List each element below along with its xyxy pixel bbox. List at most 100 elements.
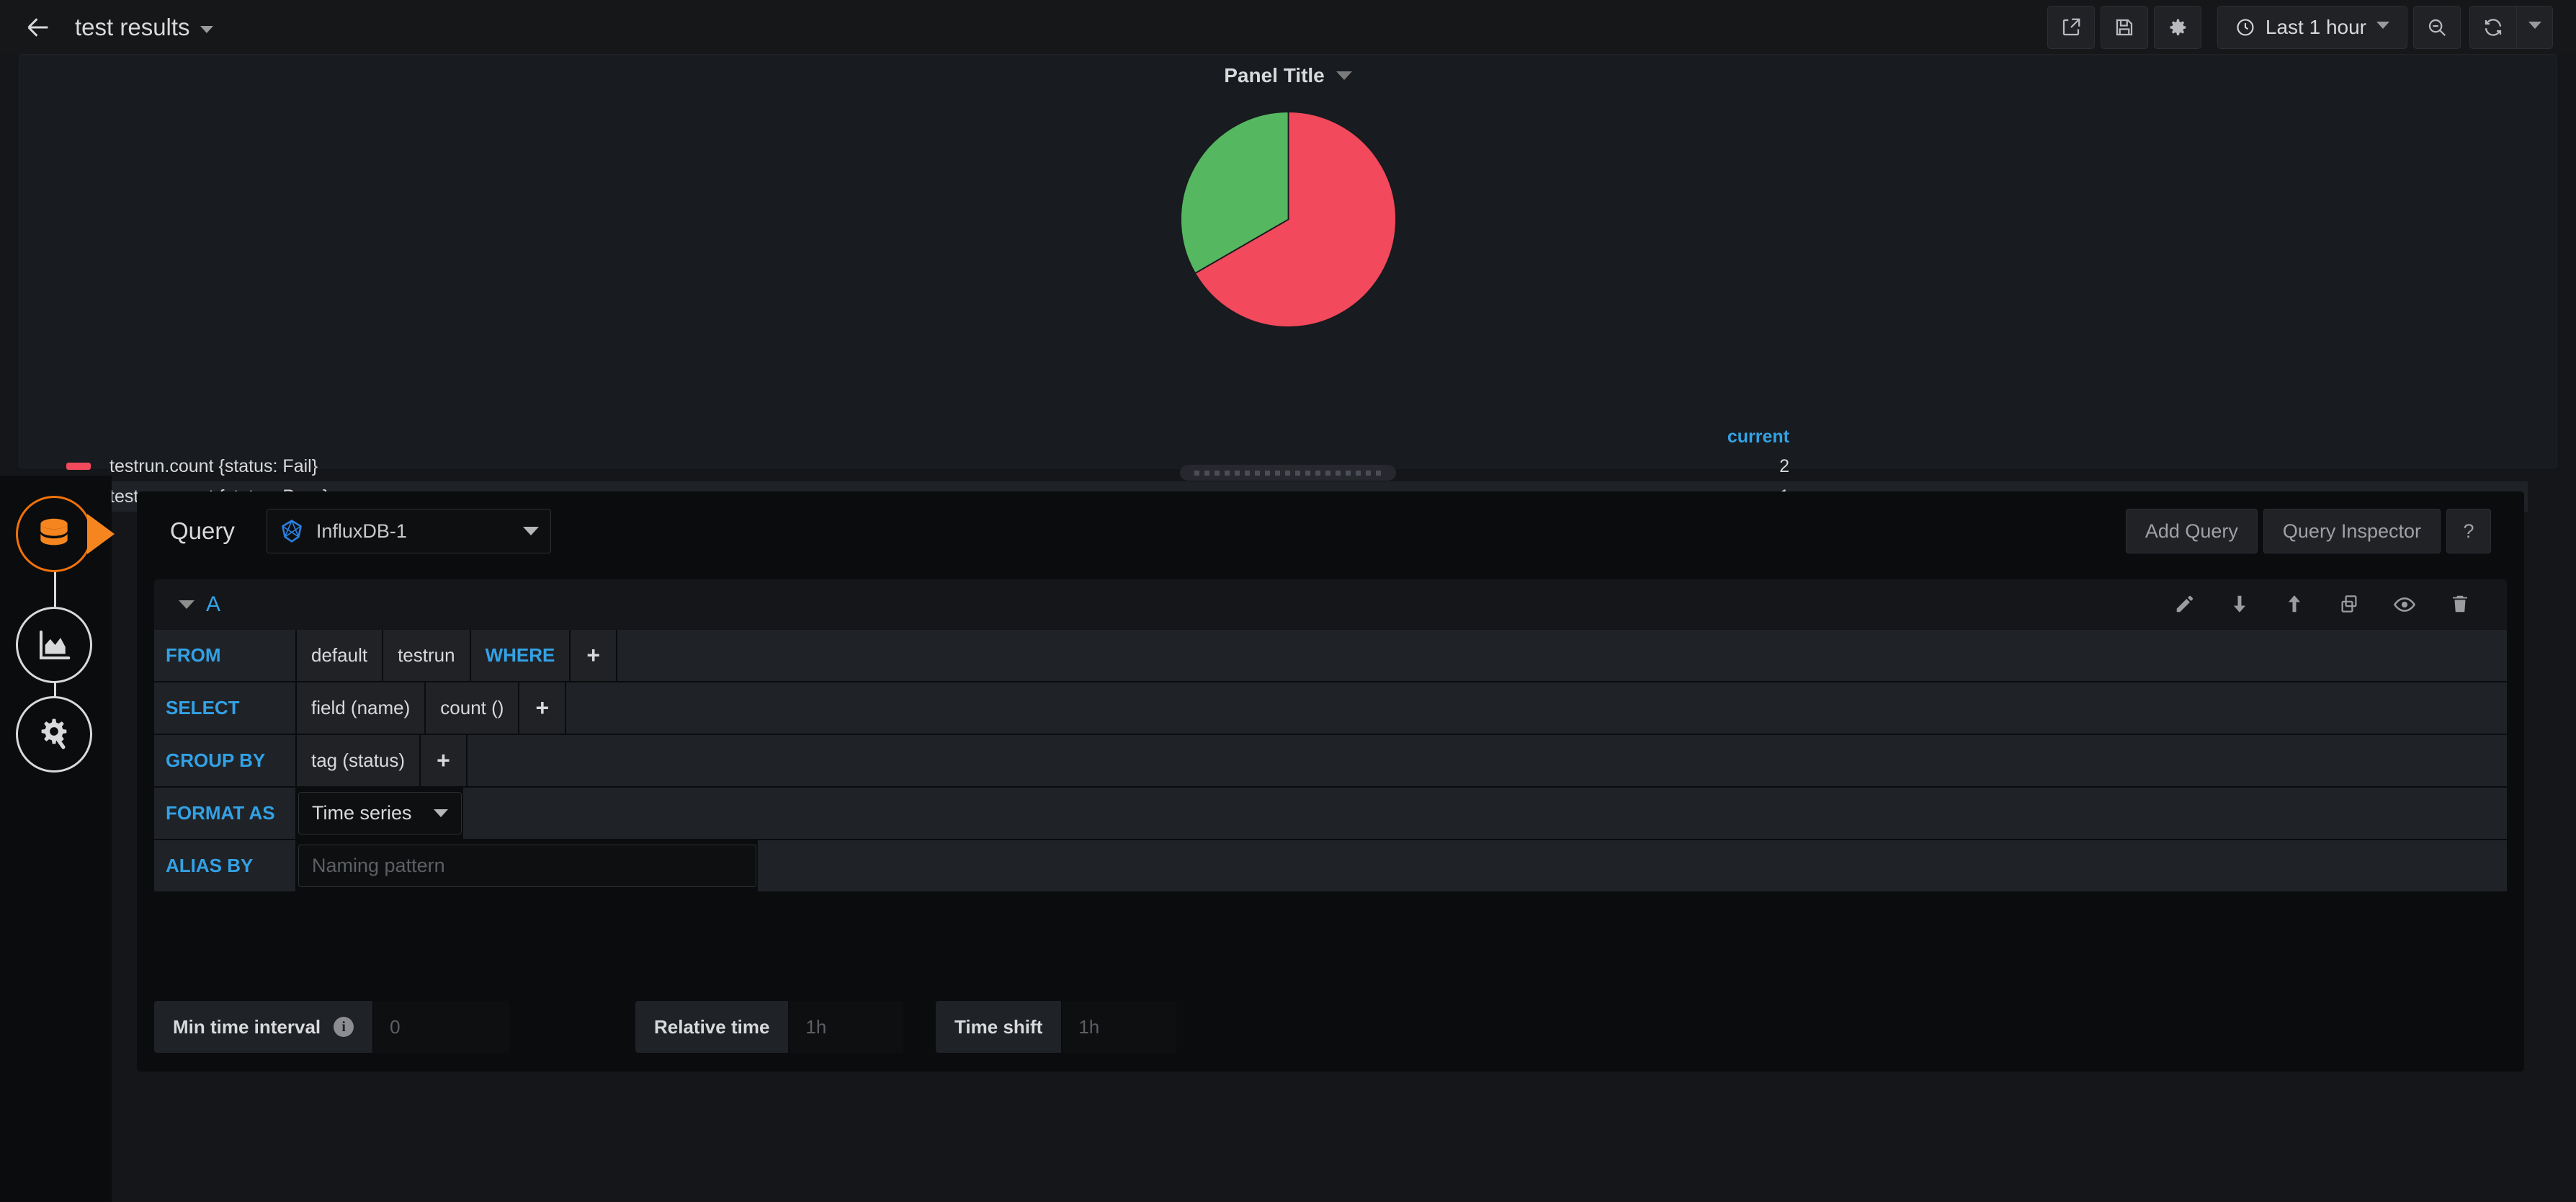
query-editor-actions: Add Query Query Inspector ? bbox=[2125, 509, 2491, 553]
chart-area-icon bbox=[39, 630, 71, 660]
time-range-picker[interactable]: Last 1 hour bbox=[2217, 5, 2407, 49]
add-query-button[interactable]: Add Query bbox=[2125, 509, 2258, 553]
refresh-interval-dropdown[interactable] bbox=[2517, 5, 2553, 49]
from-label: FROM bbox=[154, 630, 295, 681]
sidebar-item-queries[interactable] bbox=[16, 496, 92, 572]
chevron-down-icon bbox=[200, 25, 213, 33]
copy-icon bbox=[2341, 595, 2357, 613]
top-navbar: test results Last 1 hour bbox=[0, 0, 2576, 54]
edit-sidebar bbox=[0, 476, 112, 1202]
refresh-group bbox=[2469, 5, 2553, 49]
relative-time-group: Relative time 1h bbox=[635, 1001, 904, 1053]
from-measurement-segment[interactable]: testrun bbox=[382, 630, 470, 681]
chevron-down-icon bbox=[522, 527, 539, 535]
legend-color-swatch[interactable] bbox=[66, 463, 91, 470]
remove-query-button[interactable] bbox=[2449, 593, 2471, 616]
gear-wrench-icon bbox=[41, 718, 67, 749]
panel-title-menu[interactable]: Panel Title bbox=[19, 55, 2557, 97]
query-row-actions bbox=[2174, 593, 2482, 616]
add-where-button[interactable]: + bbox=[569, 630, 617, 681]
move-query-down-button[interactable] bbox=[2229, 593, 2250, 616]
add-group-by-button[interactable]: + bbox=[419, 735, 466, 786]
chevron-down-icon bbox=[434, 809, 448, 817]
select-function-segment[interactable]: count () bbox=[424, 682, 519, 734]
chevron-down-icon bbox=[2376, 21, 2389, 29]
query-line-from: FROM default testrun WHERE + bbox=[154, 630, 2507, 682]
share-button[interactable] bbox=[2047, 5, 2095, 49]
from-row-filler bbox=[616, 630, 2507, 681]
where-segment[interactable]: WHERE bbox=[469, 630, 570, 681]
select-row-filler bbox=[565, 682, 2507, 734]
format-as-value: Time series bbox=[312, 802, 412, 824]
eye-icon bbox=[2393, 597, 2416, 612]
select-field-segment[interactable]: field (name) bbox=[295, 682, 425, 734]
query-help-button[interactable]: ? bbox=[2446, 509, 2491, 553]
pie-chart-svg bbox=[1179, 110, 1397, 328]
legend-column-header: current bbox=[1727, 426, 1789, 447]
legend-series-label: testrun.count {status: Fail} bbox=[109, 455, 318, 476]
dashboard-title: test results bbox=[75, 13, 190, 40]
min-time-interval-input[interactable]: 0 bbox=[372, 1001, 510, 1053]
group-by-row-filler bbox=[465, 735, 2507, 786]
query-line-alias-by: ALIAS BY Naming pattern bbox=[154, 840, 2507, 893]
grip-dots-icon bbox=[1194, 470, 1382, 476]
chevron-down-icon bbox=[2528, 21, 2541, 29]
toggle-query-visibility-button[interactable] bbox=[2393, 593, 2416, 616]
move-query-up-button[interactable] bbox=[2284, 593, 2305, 616]
query-editor-header: Query InfluxDB-1 Add Query Query Inspect… bbox=[137, 491, 2524, 571]
select-label: SELECT bbox=[154, 682, 295, 734]
dashboard-title-dropdown[interactable]: test results bbox=[75, 14, 213, 41]
query-line-select: SELECT field (name) count () + bbox=[154, 682, 2507, 735]
alias-by-input[interactable]: Naming pattern bbox=[298, 845, 756, 887]
clock-icon bbox=[2237, 18, 2254, 36]
duplicate-query-button[interactable] bbox=[2338, 593, 2360, 616]
query-line-format-as: FORMAT AS Time series bbox=[154, 788, 2507, 840]
trash-icon bbox=[2453, 595, 2467, 613]
collapse-query-icon[interactable] bbox=[179, 600, 194, 609]
sidebar-item-general-settings[interactable] bbox=[16, 696, 92, 773]
relative-time-label-wrap: Relative time bbox=[635, 1001, 788, 1053]
panel-title: Panel Title bbox=[1224, 64, 1325, 86]
back-button[interactable] bbox=[16, 5, 61, 50]
query-section-label: Query bbox=[170, 517, 235, 544]
time-shift-label: Time shift bbox=[954, 1015, 1043, 1038]
navbar-actions: Last 1 hour bbox=[2041, 5, 2576, 49]
query-line-group-by: GROUP BY tag (status) + bbox=[154, 735, 2507, 788]
pencil-icon bbox=[2176, 595, 2193, 613]
group-by-tag-segment[interactable]: tag (status) bbox=[295, 735, 420, 786]
min-time-interval-label: Min time interval bbox=[173, 1015, 321, 1038]
format-as-select[interactable]: Time series bbox=[298, 792, 462, 834]
format-as-label: FORMAT AS bbox=[154, 788, 295, 839]
datasource-picker[interactable]: InfluxDB-1 bbox=[266, 509, 551, 553]
arrow-up-icon bbox=[2288, 595, 2301, 613]
datasource-name: InfluxDB-1 bbox=[316, 520, 407, 542]
min-time-interval-label-wrap: Min time interval i bbox=[154, 1001, 372, 1053]
time-shift-group: Time shift 1h bbox=[936, 1001, 1177, 1053]
legend-series-value: 2 bbox=[1779, 455, 1789, 476]
influxdb-icon bbox=[282, 520, 302, 543]
query-inspector-button[interactable]: Query Inspector bbox=[2263, 509, 2441, 553]
refresh-button[interactable] bbox=[2469, 5, 2517, 49]
save-dashboard-button[interactable] bbox=[2100, 5, 2148, 49]
query-row-header: A bbox=[154, 579, 2507, 630]
group-by-label: GROUP BY bbox=[154, 735, 295, 786]
zoom-out-button[interactable] bbox=[2413, 5, 2461, 49]
query-row-body: FROM default testrun WHERE + SELECT fiel… bbox=[154, 630, 2507, 893]
query-options: Min time interval i 0 Relative time 1h T… bbox=[154, 991, 2507, 1063]
pie-chart bbox=[19, 97, 2557, 342]
edit-query-button[interactable] bbox=[2174, 593, 2196, 616]
panel-preview: Panel Title current testrun.count {statu… bbox=[19, 54, 2557, 512]
info-icon[interactable]: i bbox=[334, 1017, 354, 1037]
sidebar-item-visualization[interactable] bbox=[16, 607, 92, 683]
format-as-row-filler bbox=[462, 788, 2507, 839]
panel-resize-handle[interactable] bbox=[1180, 465, 1396, 481]
query-editor: Query InfluxDB-1 Add Query Query Inspect… bbox=[137, 491, 2524, 1072]
dashboard-settings-button[interactable] bbox=[2153, 5, 2201, 49]
add-select-button[interactable]: + bbox=[518, 682, 565, 734]
relative-time-label: Relative time bbox=[654, 1015, 770, 1038]
time-shift-input[interactable]: 1h bbox=[1061, 1001, 1177, 1053]
grafana-panel-edit-page: test results Last 1 hour Panel Title cur… bbox=[0, 0, 2576, 1202]
from-policy-segment[interactable]: default bbox=[295, 630, 383, 681]
relative-time-input[interactable]: 1h bbox=[788, 1001, 904, 1053]
time-range-label: Last 1 hour bbox=[2265, 15, 2366, 38]
